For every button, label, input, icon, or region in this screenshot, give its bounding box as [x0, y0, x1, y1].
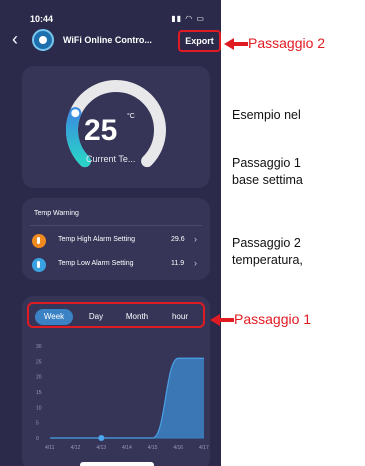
- phone-screen: 10:44 ▮▮ ◠ ▭ ‹ WiFi Online Contro... Exp…: [0, 0, 221, 466]
- y-tick-label: 20: [36, 375, 42, 381]
- status-icons: ▮▮ ◠ ▭: [171, 14, 205, 23]
- temperature-chart: 0 5 10 15 20 25 30 4/11 4/12 4/13 4/14 4/15 4/16 4/17: [36, 344, 209, 451]
- temp-warning-title: Temp Warning: [34, 210, 79, 217]
- x-tick-label: 4/17: [199, 445, 209, 451]
- current-temp-card: 25 °C Current Te...: [22, 66, 210, 188]
- app-logo-icon: [32, 29, 54, 51]
- current-temp-label: Current Te...: [86, 154, 136, 164]
- home-indicator: [80, 462, 154, 466]
- high-alarm-value: 29.6: [171, 236, 185, 243]
- thermometer-cold-icon: [32, 258, 46, 272]
- back-icon[interactable]: ‹: [12, 30, 18, 48]
- step2-text-line1: Passaggio 2: [232, 236, 301, 250]
- chevron-right-icon: ›: [194, 258, 197, 268]
- y-tick-label: 10: [36, 405, 42, 411]
- export-button[interactable]: Export: [178, 30, 221, 52]
- low-alarm-row[interactable]: Temp Low Alarm Setting 11.9 ›: [32, 256, 207, 274]
- x-tick-label: 4/12: [71, 445, 81, 451]
- step1-text-line1: Passaggio 1: [232, 156, 301, 170]
- x-tick-label: 4/11: [45, 445, 55, 451]
- low-alarm-value: 11.9: [171, 260, 185, 267]
- divider: [30, 225, 202, 226]
- history-chart-card: Week Day Month hour 0 5 10 15 20 25 30 4/11 4/12…: [22, 296, 210, 466]
- page-title: WiFi Online Contro...: [63, 35, 152, 45]
- gauge-knob[interactable]: [69, 107, 82, 120]
- x-tick-label: 4/15: [148, 445, 158, 451]
- header: ‹ WiFi Online Contro... Export: [0, 26, 221, 56]
- x-tick-label: 4/16: [173, 445, 183, 451]
- y-tick-label: 0: [36, 436, 39, 442]
- x-tick-label: 4/13: [96, 445, 106, 451]
- step2-text-line2: temperatura,: [232, 253, 303, 267]
- chevron-right-icon: ›: [194, 234, 197, 244]
- data-point-marker: [98, 435, 105, 441]
- y-tick-label: 30: [36, 344, 42, 350]
- low-alarm-label: Temp Low Alarm Setting: [58, 260, 134, 267]
- temp-warning-card: Temp Warning Temp High Alarm Setting 29.…: [22, 198, 210, 280]
- arrow-left-icon: [224, 38, 248, 50]
- status-time: 10:44: [30, 14, 54, 24]
- x-tick-label: 4/14: [122, 445, 132, 451]
- current-temp-value: 25: [84, 114, 118, 147]
- high-alarm-row[interactable]: Temp High Alarm Setting 29.6 ›: [32, 232, 207, 250]
- step1-text-line2: base settima: [232, 173, 303, 187]
- example-text: Esempio nel: [232, 108, 301, 122]
- y-tick-label: 5: [36, 421, 39, 427]
- step1-annotation: Passaggio 1: [234, 311, 312, 327]
- arrow-left-icon: [210, 314, 234, 326]
- thermometer-hot-icon: [32, 234, 46, 248]
- step2-annotation: Passaggio 2: [248, 35, 326, 51]
- y-tick-label: 15: [36, 390, 42, 396]
- temp-unit: °C: [127, 113, 135, 120]
- high-alarm-label: Temp High Alarm Setting: [58, 236, 136, 243]
- series-area: [50, 358, 204, 438]
- gauge-fill: [66, 107, 91, 168]
- y-tick-label: 25: [36, 359, 42, 365]
